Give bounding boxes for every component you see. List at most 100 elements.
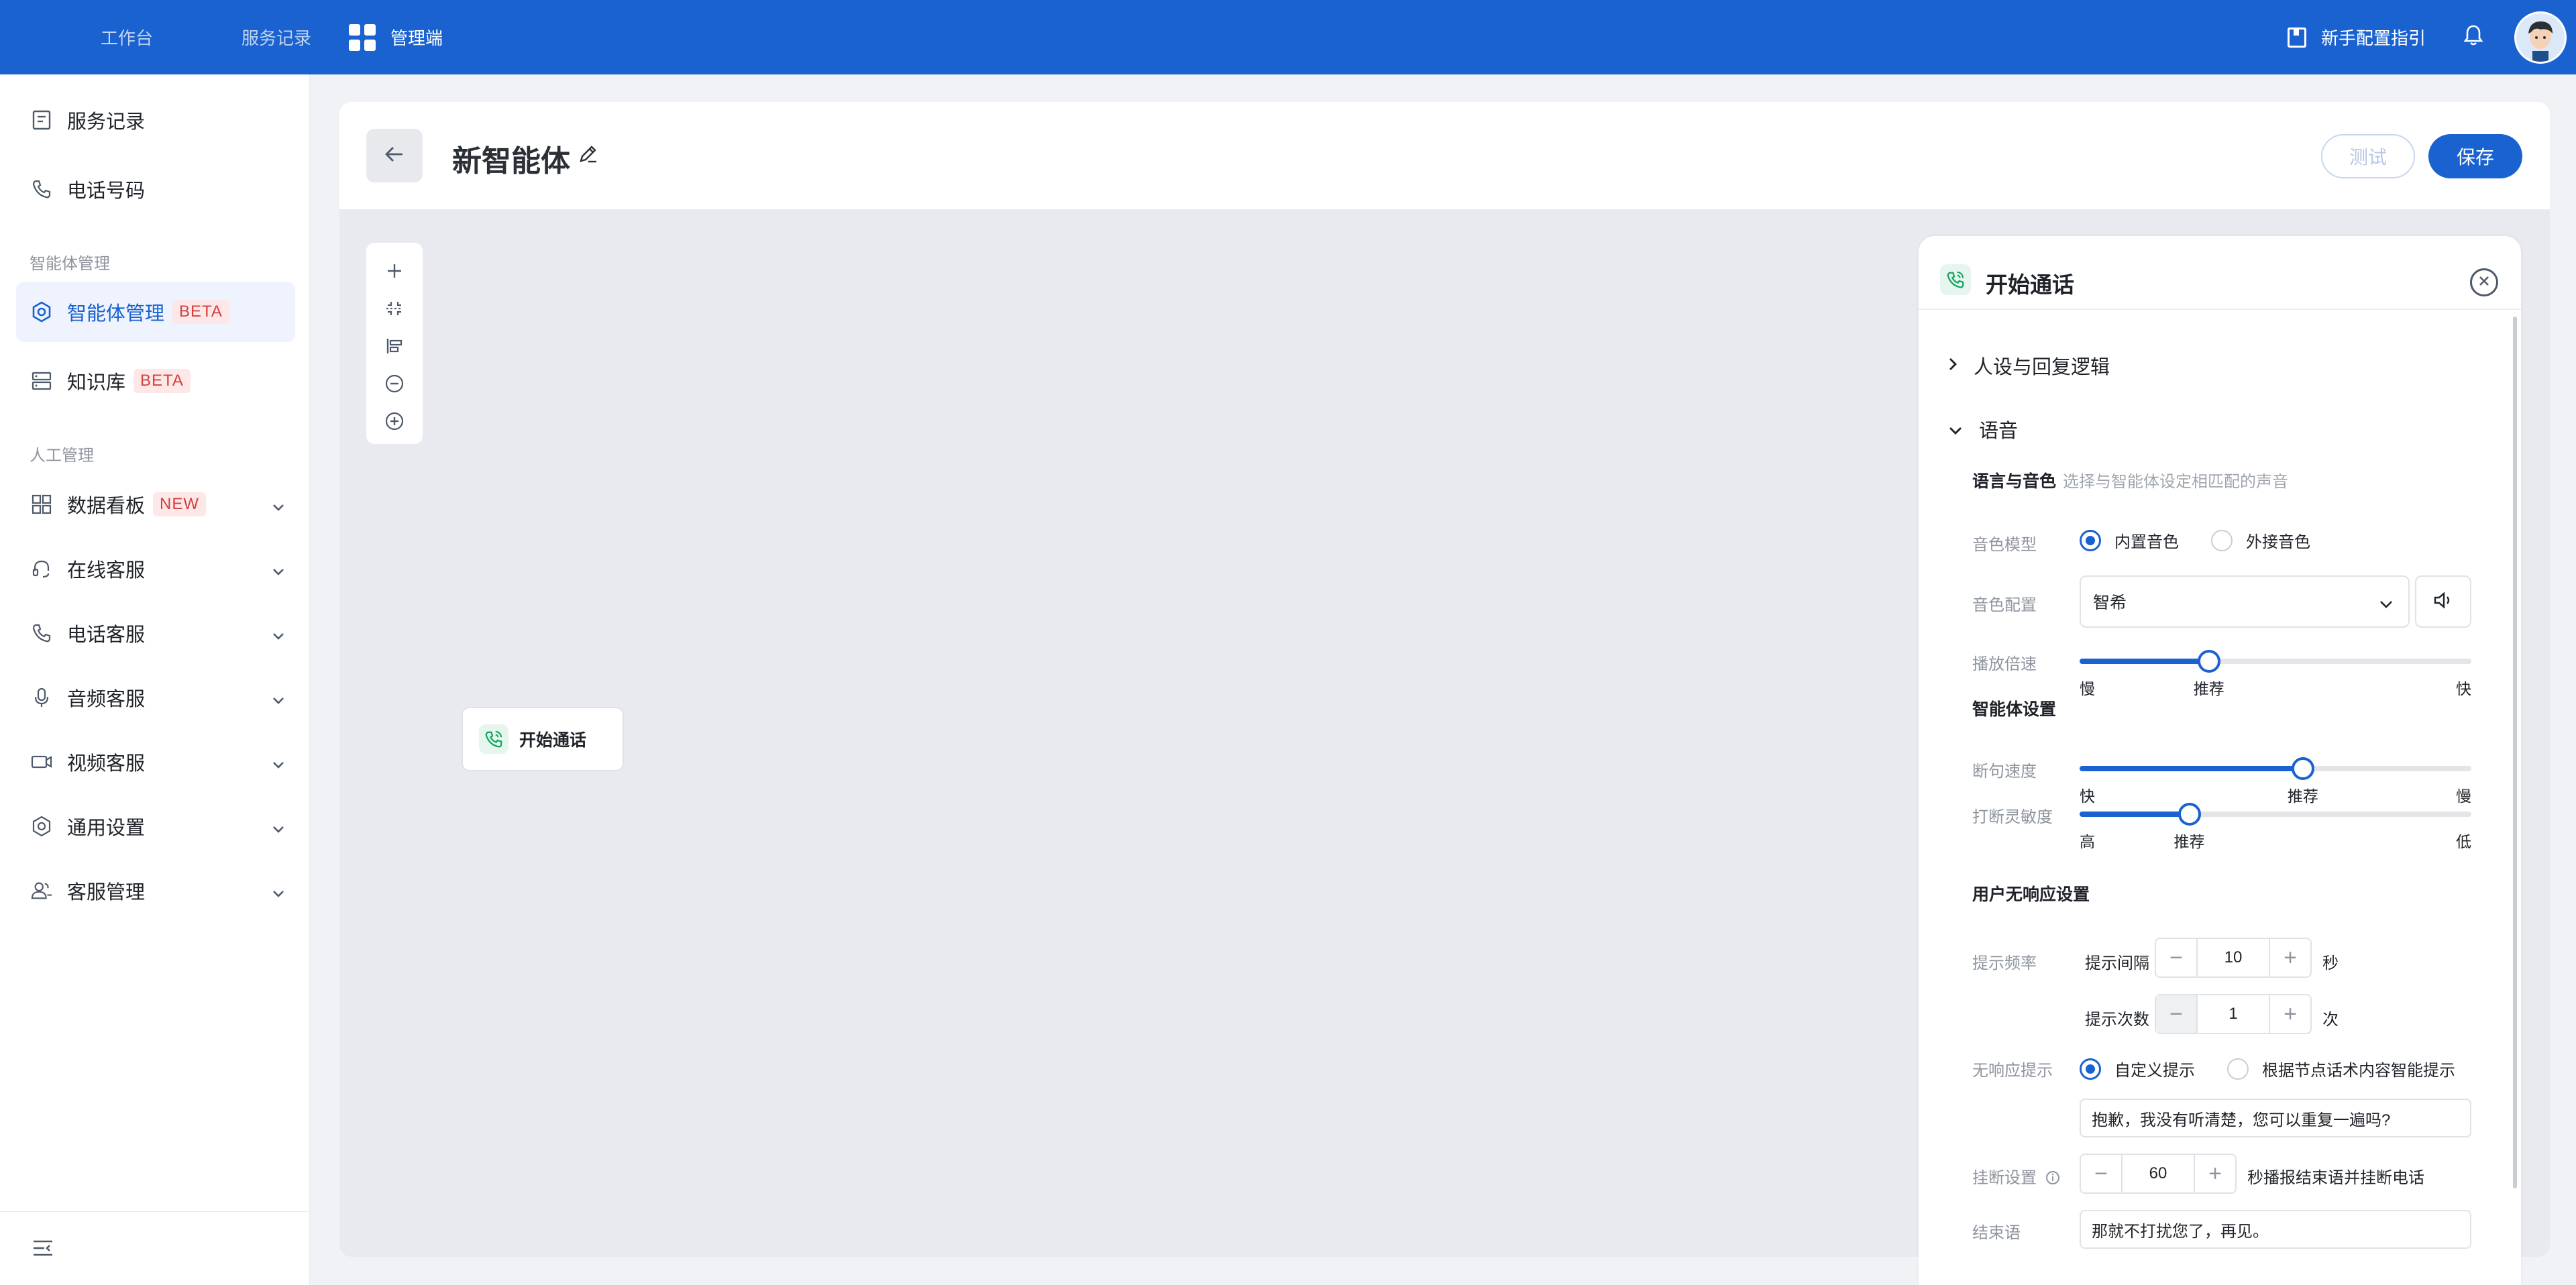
slider-fill [2080,766,2303,771]
mark-min: 高 [2080,833,2095,850]
voice-preview-button[interactable] [2415,575,2471,628]
database-icon [31,370,52,392]
nav-admin[interactable]: 管理端 [349,0,443,74]
phone-icon [31,178,52,200]
panel-scrollbar[interactable] [2513,317,2517,1188]
hangup-stepper[interactable]: − 60 + [2080,1154,2237,1194]
sidebar-item-service-records[interactable]: 服务记录 [16,90,295,150]
slider-handle[interactable] [2197,650,2220,673]
sidebar-item-general-settings[interactable]: 通用设置 [16,796,295,856]
increment-button[interactable]: + [2270,995,2310,1033]
speed-label: 播放倍速 [1972,655,2037,673]
sidebar-footer [0,1211,310,1285]
radio-external-voice[interactable]: 外接音色 [2211,528,2310,552]
info-icon[interactable] [2041,1169,2060,1187]
voice-heading: 语言与音色 选择与智能体设定相匹配的声音 [1972,468,2288,492]
voice-heading-text: 语言与音色 [1972,472,2057,491]
pencil-edit-icon[interactable] [578,144,598,167]
nav-workbench-label[interactable]: 工作台 [101,25,153,50]
guide-link[interactable]: 新手配置指引 [2321,25,2426,50]
page-title: 新智能体 [452,145,570,178]
nav-service-records[interactable]: 服务记录 [241,0,311,74]
increment-button[interactable]: + [2195,1155,2235,1192]
decrement-button[interactable]: − [2081,1155,2121,1192]
radio-unselected-icon [2227,1058,2249,1080]
end-words-label: 结束语 [1972,1224,2021,1242]
headset-icon [31,558,52,579]
mark-max: 低 [2456,833,2471,850]
sidebar-item-phone-service[interactable]: 电话客服 [16,603,295,663]
speed-slider[interactable] [2080,650,2471,673]
zoom-in-icon[interactable] [381,408,408,435]
interval-unit: 秒 [2322,954,2339,972]
count-stepper[interactable]: − 1 + [2155,994,2312,1034]
bell-icon[interactable] [2463,24,2483,50]
speaker-icon [2433,591,2453,613]
divider [1919,309,2521,310]
sidebar-item-audio-service[interactable]: 音频客服 [16,667,295,728]
sidebar-item-knowledge-base[interactable]: 知识库 BETA [16,351,295,411]
stepper-value[interactable]: 60 [2121,1155,2195,1192]
zoom-out-icon[interactable] [381,370,408,397]
slider-handle[interactable] [2291,757,2314,780]
hexagon-gear-icon [31,301,52,323]
mark-min: 快 [2080,787,2095,805]
beta-badge: BETA [172,300,229,324]
sidebar-item-label: 智能体管理 [67,303,165,325]
nav-workbench[interactable]: 工作台 [101,0,153,74]
chevron-down-icon [271,689,286,711]
chevron-down-icon [271,496,286,518]
add-node-icon[interactable] [381,258,408,284]
align-left-icon[interactable] [381,333,408,359]
decrement-button[interactable]: − [2156,939,2196,976]
prompt-count-label: 提示次数 [2085,1011,2149,1029]
radio-builtin-voice[interactable]: 内置音色 [2080,528,2179,552]
section-persona-collapsed[interactable]: 人设与回复逻辑 [1948,351,2110,380]
editor-header: 新智能体 测试 保存 [339,102,2550,209]
section-voice-expanded[interactable]: 语音 [1948,415,2018,443]
stepper-value[interactable]: 1 [2196,995,2270,1033]
chevron-down-icon [271,560,286,582]
voice-select[interactable]: 智希 [2080,575,2410,628]
section-title: 语音 [1979,421,2019,442]
slider-handle[interactable] [2178,803,2201,826]
close-panel-button[interactable] [2470,268,2498,296]
sidebar-item-agent-management[interactable]: 客服管理 [16,860,295,921]
radio-unselected-icon [2211,529,2233,551]
radio-custom-prompt[interactable]: 自定义提示 [2080,1057,2195,1080]
interrupt-slider[interactable] [2080,803,2471,826]
close-icon [2477,274,2491,291]
new-badge: NEW [153,492,207,516]
back-button[interactable] [366,129,423,182]
nav-admin-label[interactable]: 管理端 [390,25,443,50]
sidebar-item-online-service[interactable]: 在线客服 [16,539,295,599]
radio-smart-prompt[interactable]: 根据节点话术内容智能提示 [2227,1057,2455,1080]
fit-view-icon[interactable] [381,295,408,322]
nav-service-records-label[interactable]: 服务记录 [241,25,311,50]
section-human-management: 人工管理 [30,447,94,465]
prompt-interval-label: 提示间隔 [2085,954,2149,972]
increment-button[interactable]: + [2270,939,2310,976]
phone-call-icon [1940,264,1971,295]
flow-node-start-call[interactable]: 开始通话 [462,707,624,771]
prompt-text-input[interactable]: 抱歉，我没有听清楚，您可以重复一遍吗? [2080,1099,2471,1137]
sidebar-item-dashboard[interactable]: 数据看板 NEW [16,474,295,535]
pause-speed-slider[interactable] [2080,757,2471,780]
save-button[interactable]: 保存 [2428,134,2522,178]
test-button[interactable]: 测试 [2321,134,2415,178]
stepper-value[interactable]: 10 [2196,939,2270,976]
user-avatar[interactable] [2514,11,2567,64]
chevron-right-icon [1948,355,1957,377]
decrement-button[interactable]: − [2156,995,2196,1033]
interval-stepper[interactable]: − 10 + [2155,938,2312,978]
sidebar-item-phone-numbers[interactable]: 电话号码 [16,159,295,219]
mark-recommended: 推荐 [2287,787,2318,805]
collapse-menu-icon[interactable] [32,1239,54,1261]
sidebar-item-ai-agents[interactable]: 智能体管理 BETA [16,282,295,342]
sidebar-item-label: 客服管理 [67,882,146,903]
chevron-down-icon [2379,594,2394,614]
radio-label: 根据节点话术内容智能提示 [2262,1062,2455,1080]
phone-call-icon [479,724,508,754]
sidebar-item-video-service[interactable]: 视频客服 [16,732,295,792]
end-words-input[interactable]: 那就不打扰您了，再见。 [2080,1210,2471,1249]
